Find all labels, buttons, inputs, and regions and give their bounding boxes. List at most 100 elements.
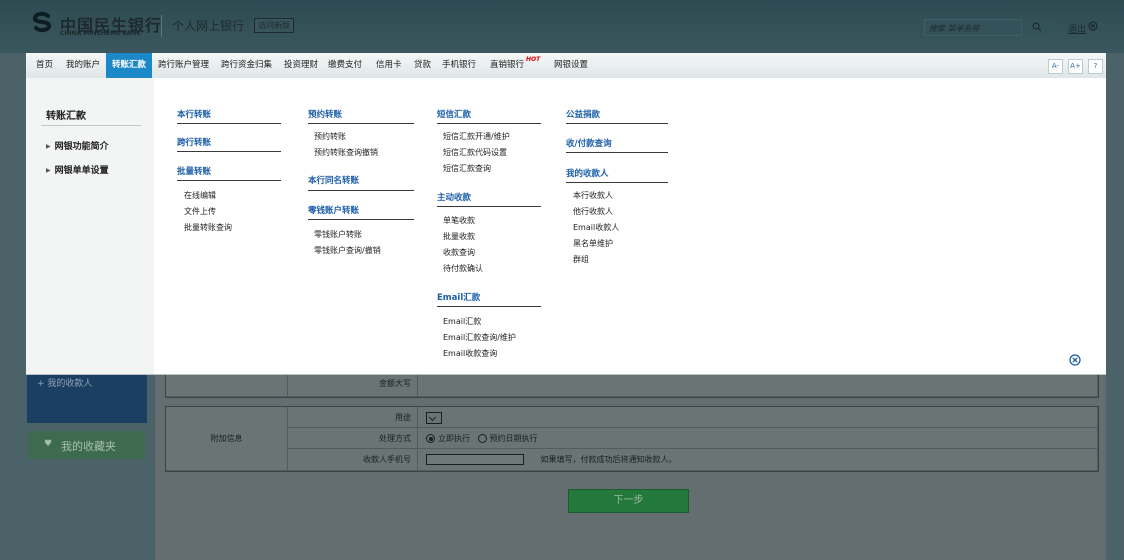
menu-change-account-transfer[interactable]: 零钱账户转账 <box>308 204 359 216</box>
mode-scheduled-radio[interactable] <box>477 434 487 443</box>
nav-interbank-account[interactable]: 跨行账户管理 <box>158 53 209 78</box>
menu-email-payee[interactable]: Email收款人 <box>573 222 619 233</box>
menu-own-bank-payee[interactable]: 本行收款人 <box>573 190 613 201</box>
menu-scheduled-transfer-item[interactable]: 预约转账 <box>314 131 346 142</box>
nav-direct-bank[interactable]: 直销银行 <box>490 53 524 78</box>
purpose-select[interactable] <box>426 411 442 424</box>
menu-sms-query[interactable]: 短信汇款查询 <box>443 163 491 174</box>
nav-credit-card[interactable]: 信用卡 <box>376 53 402 78</box>
menu-batch-transfer[interactable]: 批量转账 <box>177 165 211 177</box>
menu-sms-open[interactable]: 短信汇款开通/维护 <box>443 131 510 142</box>
old-version-link[interactable]: 访问新版 <box>254 18 294 33</box>
mega-menu-heading: 转账汇款 <box>46 111 86 122</box>
menu-payment-query[interactable]: 收/付款查询 <box>566 137 612 149</box>
favorites-button[interactable]: ♥ 我的收藏夹 <box>28 431 145 459</box>
next-button[interactable]: 下一步 <box>568 489 689 513</box>
search-button[interactable] <box>1024 19 1050 36</box>
mode-label: 处理方式 <box>288 428 418 449</box>
divider <box>566 152 668 153</box>
menu-interbank-transfer[interactable]: 跨行转账 <box>177 136 211 148</box>
nav-investment[interactable]: 投资理财 <box>284 53 318 78</box>
menu-sms-code[interactable]: 短信汇款代码设置 <box>443 147 507 158</box>
sidebar-payees[interactable]: + 我的收款人 <box>27 372 147 423</box>
nav-settings[interactable]: 网银设置 <box>554 53 588 78</box>
heart-icon: ♥ <box>44 439 53 449</box>
mega-menu-sidebar: 转账汇款 ▶ 网银功能简介 ▶ 网银单单设置 <box>26 78 154 374</box>
search-icon <box>1032 22 1042 32</box>
transfer-mega-menu: 转账汇款 ▶ 网银功能简介 ▶ 网银单单设置 本行转账 跨行转账 批量转账 在线编辑… <box>26 78 1106 375</box>
menu-pending-confirm[interactable]: 待付款确认 <box>443 263 483 274</box>
menu-same-name-transfer[interactable]: 本行同名转账 <box>308 174 359 186</box>
search-input[interactable]: 搜索 菜单名称 <box>924 19 1022 36</box>
header: 中国民生银行 CHINA MINSHENG BANK 个人网上银行 访问新版 搜… <box>0 0 1124 53</box>
site-subtitle: 个人网上银行 <box>172 19 245 33</box>
nav-interbank-collect[interactable]: 跨行资金归集 <box>221 53 272 78</box>
divider <box>437 306 541 307</box>
nav-home[interactable]: 首页 <box>36 53 53 78</box>
nav-loan[interactable]: 贷款 <box>414 53 431 78</box>
menu-batch-collect[interactable]: 批量收款 <box>443 231 475 242</box>
menu-group[interactable]: 群组 <box>573 254 589 265</box>
menu-scheduled-query[interactable]: 预约转账查询撤销 <box>314 147 378 158</box>
menu-change-account-query[interactable]: 零钱账户查询/撤销 <box>314 245 381 256</box>
menu-single-collect[interactable]: 单笔收款 <box>443 215 475 226</box>
menu-scheduled-transfer[interactable]: 预约转账 <box>308 108 342 120</box>
menu-file-upload[interactable]: 文件上传 <box>184 206 216 217</box>
nav-payment[interactable]: 缴费支付 <box>328 53 362 78</box>
triangle-right-icon: ▶ <box>46 167 51 174</box>
hot-badge: HOT <box>526 56 541 63</box>
divider <box>566 123 668 124</box>
logout-icon[interactable] <box>1088 21 1098 31</box>
menu-collect-query[interactable]: 收款查询 <box>443 247 475 258</box>
mobile-input[interactable] <box>426 454 524 465</box>
menu-email-remit-item[interactable]: Email汇款 <box>443 316 481 327</box>
divider <box>41 125 141 126</box>
menu-change-account-item[interactable]: 零钱账户转账 <box>314 229 362 240</box>
triangle-right-icon: ▶ <box>46 143 51 150</box>
mode-scheduled-label: 预约日期执行 <box>489 434 538 443</box>
menu-email-collect-query[interactable]: Email收款查询 <box>443 348 497 359</box>
mode-now-radio[interactable] <box>426 434 435 443</box>
mobile-label: 收款人手机号 <box>288 449 418 471</box>
font-increase-icon[interactable]: A+ <box>1068 59 1083 74</box>
menu-sms-remit[interactable]: 短信汇款 <box>437 108 471 120</box>
divider <box>177 180 281 181</box>
menu-batch-query[interactable]: 批量转账查询 <box>184 222 232 233</box>
purpose-label: 用途 <box>288 407 418 428</box>
divider <box>177 123 281 124</box>
logout-link[interactable]: 退出 <box>1068 22 1086 35</box>
menu-email-remit[interactable]: Email汇款 <box>437 291 480 303</box>
menu-email-query[interactable]: Email汇款查询/维护 <box>443 332 516 343</box>
mode-now-label: 立即执行 <box>438 434 470 443</box>
divider <box>437 123 541 124</box>
main-nav: 首页 我的账户 转账汇款 跨行账户管理 跨行资金归集 投资理财 缴费支付 信用卡… <box>26 53 1106 79</box>
menu-online-edit[interactable]: 在线编辑 <box>184 190 216 201</box>
menu-my-payees[interactable]: 我的收款人 <box>566 167 609 179</box>
divider <box>308 190 414 191</box>
feature-intro-link[interactable]: ▶ 网银功能简介 <box>46 139 109 152</box>
menu-donation[interactable]: 公益捐款 <box>566 108 600 120</box>
single-setting-link[interactable]: ▶ 网银单单设置 <box>46 163 109 176</box>
menu-other-bank-payee[interactable]: 他行收款人 <box>573 206 613 217</box>
divider <box>308 219 414 220</box>
bank-logo-icon <box>32 11 51 33</box>
menu-blacklist[interactable]: 黑名单维护 <box>573 238 613 249</box>
bank-name-en: CHINA MINSHENG BANK <box>60 30 141 37</box>
header-divider <box>161 15 162 37</box>
menu-active-collect[interactable]: 主动收款 <box>437 191 471 203</box>
font-decrease-icon[interactable]: A- <box>1048 59 1063 74</box>
help-icon[interactable]: ? <box>1088 59 1103 74</box>
divider <box>177 151 281 152</box>
close-icon[interactable] <box>1069 354 1081 366</box>
nav-mobile-bank[interactable]: 手机银行 <box>442 53 476 78</box>
menu-own-bank-transfer[interactable]: 本行转账 <box>177 108 211 120</box>
divider <box>308 123 414 124</box>
favorites-label: 我的收藏夹 <box>61 440 116 453</box>
sidebar-item-payees[interactable]: + 我的收款人 <box>37 376 92 389</box>
nav-transfer[interactable]: 转账汇款 <box>106 53 152 78</box>
nav-my-account[interactable]: 我的账户 <box>66 53 100 78</box>
extra-info-table: 附加信息 用途 处理方式 立即执行 预约日期执行 收款人手机号 如果填写，付款成… <box>165 406 1099 472</box>
divider <box>437 206 541 207</box>
mobile-hint: 如果填写，付款成功后将通知收款人。 <box>540 455 677 464</box>
extra-info-label: 附加信息 <box>166 407 288 471</box>
